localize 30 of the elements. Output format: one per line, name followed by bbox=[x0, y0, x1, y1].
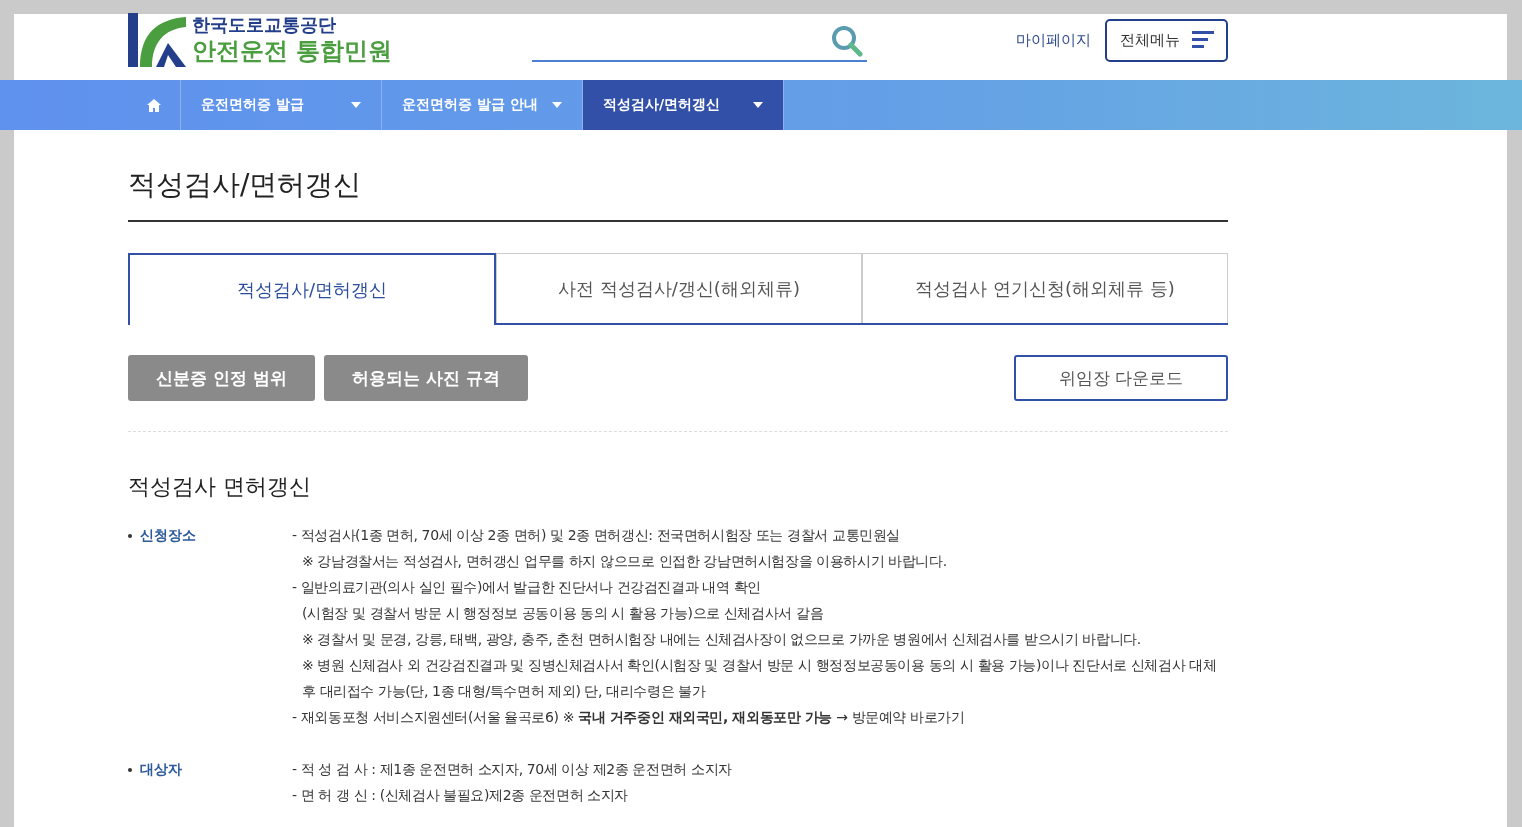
info-text: (시험장 및 경찰서 방문 시 행정정보 공동이용 동의 시 활용 가능)으로 신체검사서 갈음 bbox=[301, 604, 825, 623]
service-name: 안전운전 통합민원 bbox=[192, 36, 393, 66]
home-icon bbox=[147, 98, 161, 112]
menu-icon bbox=[1191, 31, 1214, 49]
caret-icon bbox=[753, 102, 763, 108]
info-text: - 일반의료기관(의사 실인 필수)에서 발급한 진단서나 건강검진결과 내역 확인 bbox=[292, 578, 762, 597]
section-title: 적성검사 면허갱신 bbox=[128, 473, 312, 501]
info-text: ※ 경찰서 및 문경, 강릉, 태백, 광양, 충주, 춘천 면허시험장 내에는 신체검사장이 없으므로 가까운 병원에서 신체검사를 받으시기 바랍니다. bbox=[301, 630, 1142, 649]
field-label: 신청장소 bbox=[128, 522, 292, 730]
tab[interactable]: 적성검사/면허갱신 bbox=[128, 253, 496, 325]
info-text: - 적 성 검 사 : 제1종 운전면허 소지자, 70세 이상 제2종 운전면허 소지자 bbox=[292, 760, 732, 779]
logo-icon bbox=[128, 13, 186, 67]
info-text: - 면 허 갱 신 : (신체검사 불필요)제2종 운전면허 소지자 bbox=[292, 786, 630, 805]
info-text: 후 대리접수 가능(단, 1종 대형/특수면허 제외) 단, 대리수령은 불가 bbox=[301, 682, 707, 701]
caret-icon bbox=[351, 102, 361, 108]
full-menu-button[interactable]: 전체메뉴 bbox=[1105, 18, 1228, 62]
caret-icon bbox=[552, 102, 562, 108]
info-text: - 적성검사(1종 면허, 70세 이상 2종 면허) 및 2종 면허갱신: 전국면허시험장 또는 경찰서 교통민원실 bbox=[292, 526, 901, 545]
org-name: 한국도로교통공단 bbox=[192, 14, 337, 36]
mypage-link[interactable]: 마이페이지 bbox=[1016, 30, 1091, 50]
info-text: ※ 강남경찰서는 적성검사, 면허갱신 업무를 하지 않으므로 인접한 강남면허시험장을 이용하시기 바랍니다. bbox=[301, 552, 948, 571]
tab[interactable]: 사전 적성검사/갱신(해외체류) bbox=[496, 253, 862, 323]
search-icon[interactable] bbox=[831, 25, 864, 57]
info-text: ※ 병원 신체검사 외 건강검진결과 및 징병신체검사서 확인(시험장 및 경찰서 방문 시 행정정보공동이용 동의 시 활용 가능)이나 진단서로 신체검사 대체 bbox=[301, 656, 1217, 675]
download-button[interactable]: 위임장 다운로드 bbox=[1014, 355, 1228, 401]
tab[interactable]: 적성검사 연기신청(해외체류 등) bbox=[862, 253, 1228, 323]
field-label: 대상자 bbox=[128, 756, 292, 808]
info-text: - 재외동포청 서비스지원센터(서울 율곡로6) ※ 국내 거주중인 재외국민, 재외동포만 가능 → 방문예약 바로가기 bbox=[292, 708, 966, 727]
nav-menu-item[interactable]: 적성검사/면허갱신 bbox=[583, 80, 784, 130]
page-title: 적성검사/면허갱신 bbox=[128, 166, 1228, 222]
